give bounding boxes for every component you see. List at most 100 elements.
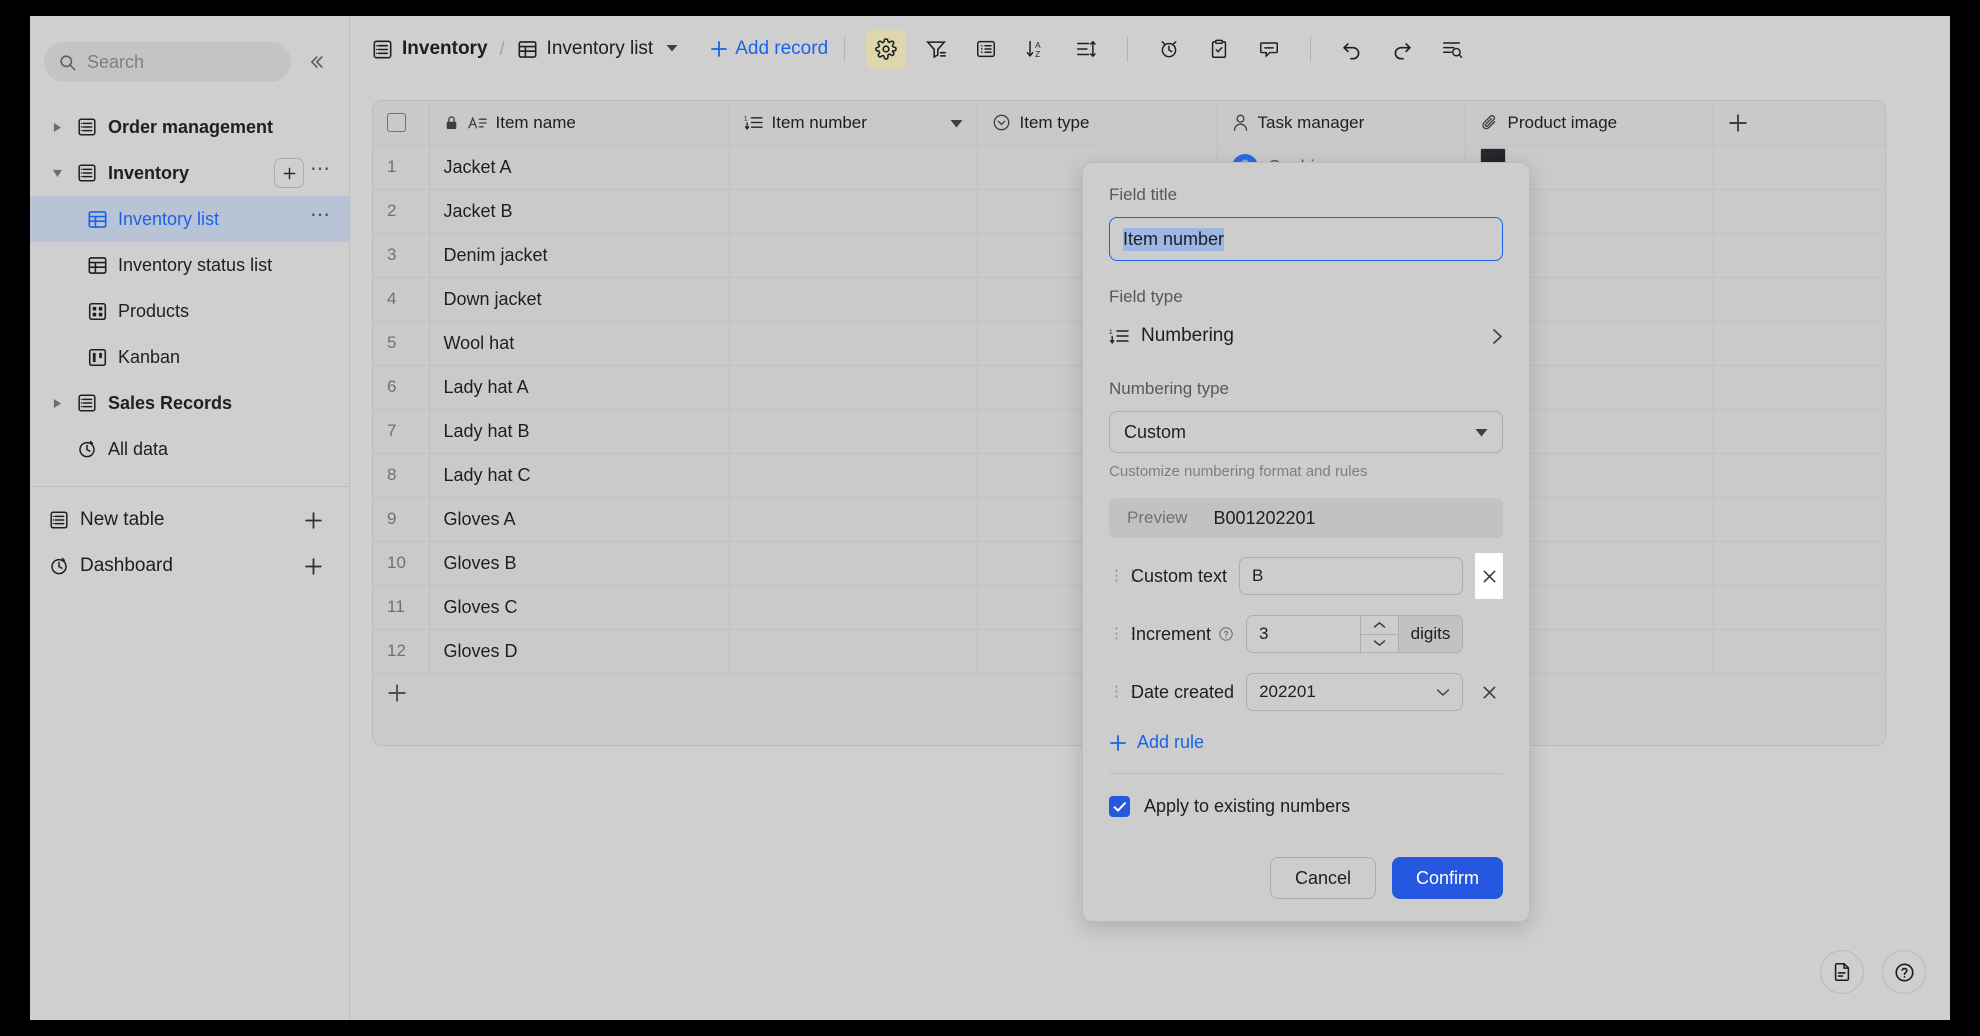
row-number-cell[interactable]: 2	[373, 189, 430, 234]
drag-handle-icon[interactable]: ⋮⋮	[1109, 568, 1140, 583]
cell-item-number[interactable]	[729, 541, 978, 586]
select-all-header[interactable]	[373, 101, 430, 146]
date-created-select[interactable]: 202201	[1246, 673, 1463, 711]
add-table-button[interactable]	[274, 158, 304, 188]
comment-icon[interactable]	[1249, 29, 1289, 69]
increment-value[interactable]: 3	[1247, 616, 1360, 652]
inventory-more-button[interactable]: ⋯	[310, 159, 331, 181]
inventory-list-more-button[interactable]: ⋯	[310, 205, 331, 227]
cell-item-number[interactable]	[729, 585, 978, 630]
column-header-product-image[interactable]: Product image	[1465, 101, 1714, 146]
cell-item-number[interactable]	[729, 365, 978, 410]
row-number-cell[interactable]: 5	[373, 321, 430, 366]
form-icon[interactable]	[1199, 29, 1239, 69]
cell-item-name[interactable]: Gloves B	[429, 541, 730, 586]
add-record-button[interactable]: Add record	[710, 38, 828, 60]
cell-item-name[interactable]: Jacket A	[429, 145, 730, 190]
cell-item-name[interactable]: Wool hat	[429, 321, 730, 366]
remove-rule-date-created-button[interactable]	[1475, 678, 1503, 706]
search-input[interactable]: Search	[44, 42, 291, 82]
column-header-item-number[interactable]: 1 Item number	[729, 101, 978, 146]
drag-handle-icon[interactable]: ⋮⋮	[1109, 684, 1140, 699]
cell-item-number[interactable]	[729, 277, 978, 322]
cell-item-number[interactable]	[729, 145, 978, 190]
sidebar-new-table[interactable]: New table	[30, 497, 349, 543]
cancel-button[interactable]: Cancel	[1269, 857, 1376, 899]
sidebar-item-kanban[interactable]: Kanban	[30, 334, 349, 380]
cell-item-name[interactable]: Jacket B	[429, 189, 730, 234]
help-icon[interactable]	[1882, 950, 1926, 994]
chevron-right-icon[interactable]	[48, 394, 66, 412]
group-icon[interactable]	[966, 29, 1006, 69]
sidebar-item-all-data[interactable]: All data	[30, 426, 349, 472]
field-settings-icon[interactable]	[866, 29, 907, 69]
cell-item-name[interactable]: Lady hat C	[429, 453, 730, 498]
cell-item-number[interactable]	[729, 189, 978, 234]
row-number-cell[interactable]: 11	[373, 585, 430, 630]
row-number-cell[interactable]: 6	[373, 365, 430, 410]
cell-item-number[interactable]	[729, 409, 978, 454]
reminder-icon[interactable]	[1149, 29, 1189, 69]
row-number-cell[interactable]: 3	[373, 233, 430, 278]
remove-rule-custom-text-button[interactable]	[1475, 553, 1503, 599]
doc-icon[interactable]	[1820, 950, 1864, 994]
plus-icon[interactable]	[304, 557, 331, 576]
sidebar-item-inventory-list[interactable]: Inventory list ⋯	[30, 196, 349, 242]
cell-item-name[interactable]: Gloves D	[429, 629, 730, 674]
sidebar-item-products[interactable]: Products	[30, 288, 349, 334]
collapse-sidebar-icon[interactable]	[301, 47, 331, 77]
row-number-cell[interactable]: 9	[373, 497, 430, 542]
question-icon[interactable]	[1218, 626, 1234, 642]
add-column-button[interactable]	[1713, 101, 1885, 146]
chevron-down-icon[interactable]	[666, 43, 678, 55]
chevron-down-icon[interactable]	[48, 164, 66, 182]
cell-item-name[interactable]: Lady hat A	[429, 365, 730, 410]
cell-item-name[interactable]: Gloves C	[429, 585, 730, 630]
cell-item-number[interactable]	[729, 453, 978, 498]
chevron-right-icon[interactable]	[1492, 328, 1503, 345]
field-type-selector[interactable]: 1 Numbering	[1109, 319, 1503, 353]
search-row-icon[interactable]	[1432, 29, 1472, 69]
breadcrumb-inventory[interactable]: Inventory	[372, 38, 488, 60]
sidebar-dashboard[interactable]: Dashboard	[30, 543, 349, 589]
plus-icon[interactable]	[304, 511, 331, 530]
cell-item-number[interactable]	[729, 233, 978, 278]
column-header-task-manager[interactable]: Task manager	[1217, 101, 1466, 146]
sidebar-item-inventory-status-list[interactable]: Inventory status list	[30, 242, 349, 288]
drag-handle-icon[interactable]: ⋮⋮	[1109, 626, 1140, 641]
sidebar-item-sales-records[interactable]: Sales Records	[30, 380, 349, 426]
cell-item-name[interactable]: Lady hat B	[429, 409, 730, 454]
row-number-cell[interactable]: 7	[373, 409, 430, 454]
redo-icon[interactable]	[1382, 29, 1422, 69]
column-menu-caret-icon[interactable]	[950, 113, 963, 133]
numbering-type-select[interactable]: Custom	[1109, 411, 1503, 453]
filter-icon[interactable]	[916, 29, 956, 69]
cell-item-name[interactable]: Denim jacket	[429, 233, 730, 278]
cell-item-name[interactable]: Down jacket	[429, 277, 730, 322]
row-number-cell[interactable]: 4	[373, 277, 430, 322]
chevron-right-icon[interactable]	[48, 118, 66, 136]
add-rule-button[interactable]: Add rule	[1109, 732, 1503, 753]
cell-item-number[interactable]	[729, 629, 978, 674]
custom-text-input[interactable]: B	[1239, 557, 1463, 595]
increment-up-icon[interactable]	[1361, 616, 1398, 635]
cell-item-number[interactable]	[729, 497, 978, 542]
breadcrumb-inventory-list[interactable]: Inventory list	[517, 38, 679, 60]
row-number-cell[interactable]: 12	[373, 629, 430, 674]
sort-icon[interactable]: AZ	[1016, 29, 1056, 69]
cell-item-number[interactable]	[729, 321, 978, 366]
column-header-item-name[interactable]: Item name	[429, 101, 730, 146]
undo-icon[interactable]	[1332, 29, 1372, 69]
apply-to-existing-checkbox[interactable]	[1109, 796, 1130, 817]
field-title-input[interactable]: Item number	[1109, 217, 1503, 261]
increment-stepper[interactable]: 3 digits	[1246, 615, 1463, 653]
row-number-cell[interactable]: 1	[373, 145, 430, 190]
apply-to-existing-row[interactable]: Apply to existing numbers	[1109, 796, 1503, 817]
column-header-item-type[interactable]: Item type	[977, 101, 1218, 146]
select-all-checkbox[interactable]	[387, 113, 406, 133]
row-number-cell[interactable]: 10	[373, 541, 430, 586]
confirm-button[interactable]: Confirm	[1391, 857, 1503, 899]
sidebar-item-order-management[interactable]: Order management	[30, 104, 349, 150]
row-height-icon[interactable]	[1066, 29, 1106, 69]
sidebar-item-inventory[interactable]: Inventory ⋯	[30, 150, 349, 196]
